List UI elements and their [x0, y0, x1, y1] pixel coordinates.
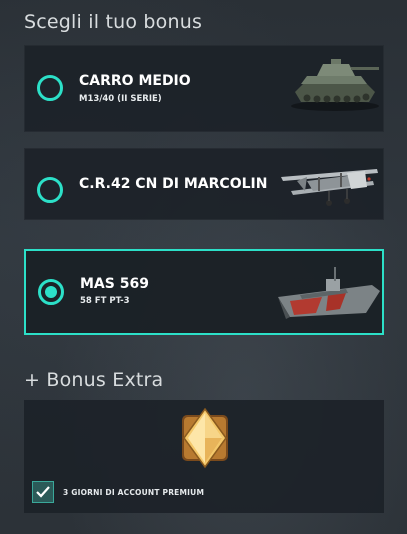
- premium-label: 3 GIORNI DI ACCOUNT PREMIUM: [63, 488, 205, 497]
- option-title: C.R.42 CN DI MARCOLIN: [79, 176, 268, 192]
- bonus-option-carro-medio[interactable]: CARRO MEDIO M13/40 (II SERIE): [24, 45, 384, 132]
- biplane-icon: [281, 169, 378, 206]
- boat-icon: [278, 267, 380, 319]
- radio-dot: [45, 286, 57, 298]
- checkmark-icon: [36, 486, 50, 498]
- radio-button[interactable]: [37, 177, 63, 203]
- option-title: CARRO MEDIO: [79, 73, 191, 89]
- section-title: Scegli il tuo bonus: [24, 11, 203, 33]
- tank-icon: [291, 59, 379, 111]
- option-subtitle: 58 FT PT-3: [80, 296, 130, 306]
- option-subtitle: M13/40 (II SERIE): [79, 94, 162, 104]
- premium-diamond-icon: [182, 408, 228, 469]
- option-title: MAS 569: [80, 276, 149, 292]
- bonus-option-cr42[interactable]: C.R.42 CN DI MARCOLIN: [24, 148, 384, 220]
- radio-button[interactable]: [37, 75, 63, 101]
- premium-checkbox[interactable]: [32, 481, 54, 503]
- bonus-option-mas-569[interactable]: MAS 569 58 FT PT-3: [24, 249, 384, 335]
- extra-bonus-panel: 3 GIORNI DI ACCOUNT PREMIUM: [24, 400, 384, 513]
- radio-button-selected[interactable]: [38, 279, 64, 305]
- extra-section-title: + Bonus Extra: [24, 369, 164, 391]
